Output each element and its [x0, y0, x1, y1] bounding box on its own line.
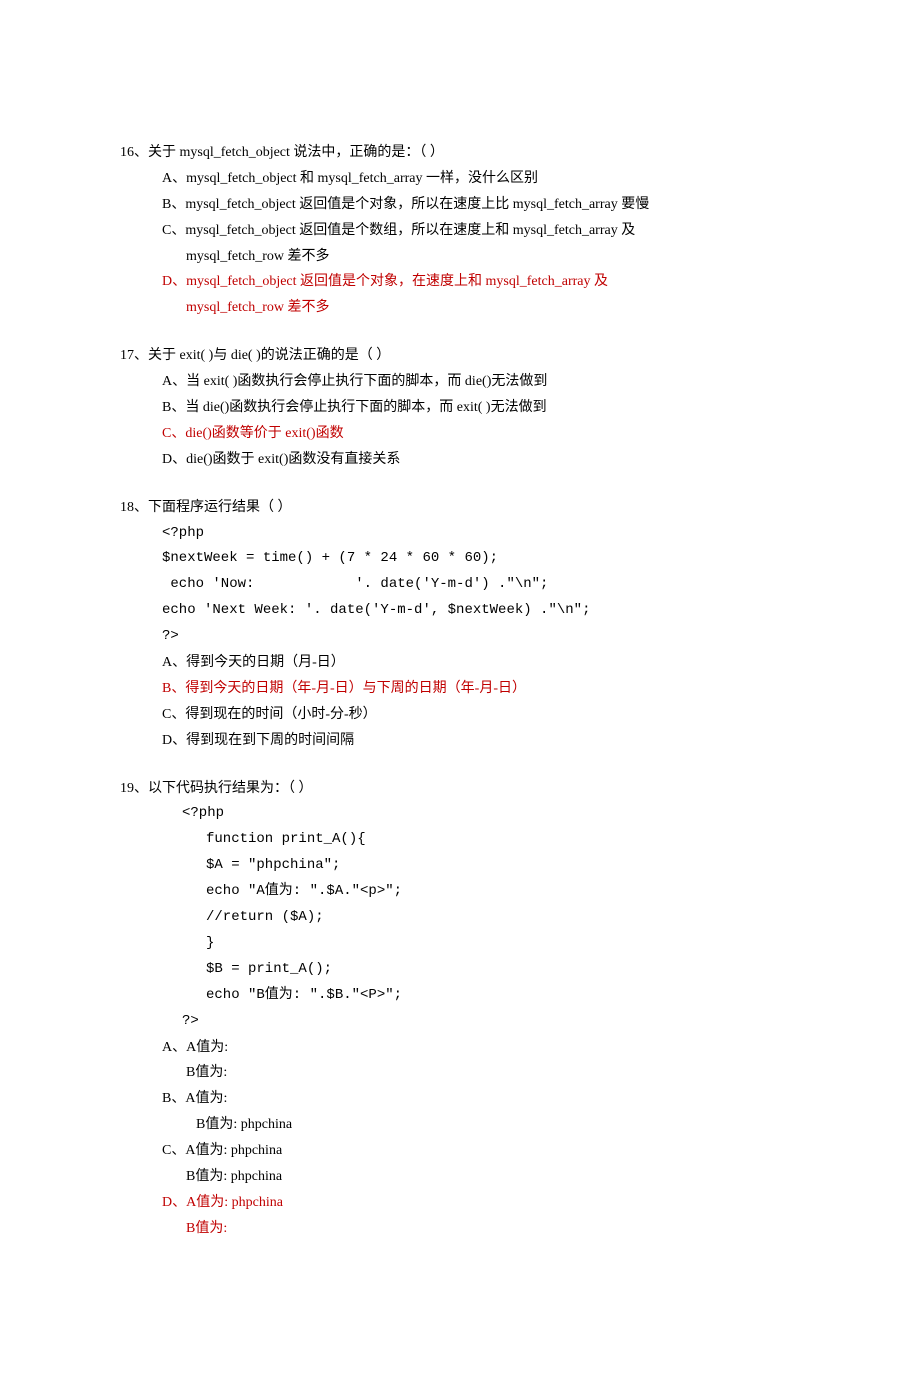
code-line: function print_A(){ — [120, 827, 800, 853]
option-c-line2: mysql_fetch_row 差不多 — [186, 249, 329, 264]
code-line: <?php — [120, 521, 800, 547]
option-c: C、mysql_fetch_object 返回值是个数组，所以在速度上和 mys… — [120, 218, 800, 270]
option-d: D、die()函数于 exit()函数没有直接关系 — [120, 447, 800, 473]
code-line: ?> — [120, 624, 800, 650]
question-stem: 19、以下代码执行结果为：（ ） — [120, 776, 800, 802]
option-a: A、得到今天的日期（月-日） — [120, 650, 800, 676]
option-d: D、mysql_fetch_object 返回值是个对象，在速度上和 mysql… — [120, 269, 800, 321]
option-d-sub: B值为: — [120, 1216, 800, 1242]
question-16: 16、关于 mysql_fetch_object 说法中，正确的是：（ ） A、… — [120, 140, 800, 321]
option-b: B、A值为: — [120, 1086, 800, 1112]
option-b: B、当 die()函数执行会停止执行下面的脚本，而 exit( )无法做到 — [120, 395, 800, 421]
option-c: C、得到现在的时间（小时-分-秒） — [120, 702, 800, 728]
code-line: echo 'Next Week: '. date('Y-m-d', $nextW… — [120, 598, 800, 624]
code-line: $B = print_A(); — [120, 957, 800, 983]
code-line: echo 'Now: '. date('Y-m-d') ."\n"; — [120, 572, 800, 598]
question-stem: 18、下面程序运行结果（ ） — [120, 495, 800, 521]
code-line: echo "B值为: ".$B."<P>"; — [120, 983, 800, 1009]
option-b: B、mysql_fetch_object 返回值是个对象，所以在速度上比 mys… — [120, 192, 800, 218]
option-b: B、得到今天的日期（年-月-日）与下周的日期（年-月-日） — [120, 676, 800, 702]
option-a: A、mysql_fetch_object 和 mysql_fetch_array… — [120, 166, 800, 192]
option-b-sub: B值为: phpchina — [120, 1112, 800, 1138]
question-stem: 16、关于 mysql_fetch_object 说法中，正确的是：（ ） — [120, 140, 800, 166]
code-line: echo "A值为: ".$A."<p>"; — [120, 879, 800, 905]
question-17: 17、关于 exit( )与 die( )的说法正确的是（ ） A、当 exit… — [120, 343, 800, 472]
option-d: D、得到现在到下周的时间间隔 — [120, 728, 800, 754]
option-a-sub: B值为: — [120, 1060, 800, 1086]
option-c-sub: B值为: phpchina — [120, 1164, 800, 1190]
question-19: 19、以下代码执行结果为：（ ） <?php function print_A(… — [120, 776, 800, 1242]
option-d-line2: mysql_fetch_row 差不多 — [186, 300, 329, 315]
option-a: A、当 exit( )函数执行会停止执行下面的脚本，而 die()无法做到 — [120, 369, 800, 395]
question-18: 18、下面程序运行结果（ ） <?php $nextWeek = time() … — [120, 495, 800, 754]
option-d-line1: D、mysql_fetch_object 返回值是个对象，在速度上和 mysql… — [162, 274, 608, 289]
option-c: C、A值为: phpchina — [120, 1138, 800, 1164]
option-d: D、A值为: phpchina — [120, 1190, 800, 1216]
code-line: ?> — [120, 1009, 800, 1035]
code-line: $A = "phpchina"; — [120, 853, 800, 879]
code-line: //return ($A); — [120, 905, 800, 931]
code-line: } — [120, 931, 800, 957]
option-a: A、A值为: — [120, 1035, 800, 1061]
option-c: C、die()函数等价于 exit()函数 — [120, 421, 800, 447]
code-line: $nextWeek = time() + (7 * 24 * 60 * 60); — [120, 546, 800, 572]
question-stem: 17、关于 exit( )与 die( )的说法正确的是（ ） — [120, 343, 800, 369]
code-line: <?php — [120, 801, 800, 827]
option-c-line1: C、mysql_fetch_object 返回值是个数组，所以在速度上和 mys… — [162, 223, 635, 238]
